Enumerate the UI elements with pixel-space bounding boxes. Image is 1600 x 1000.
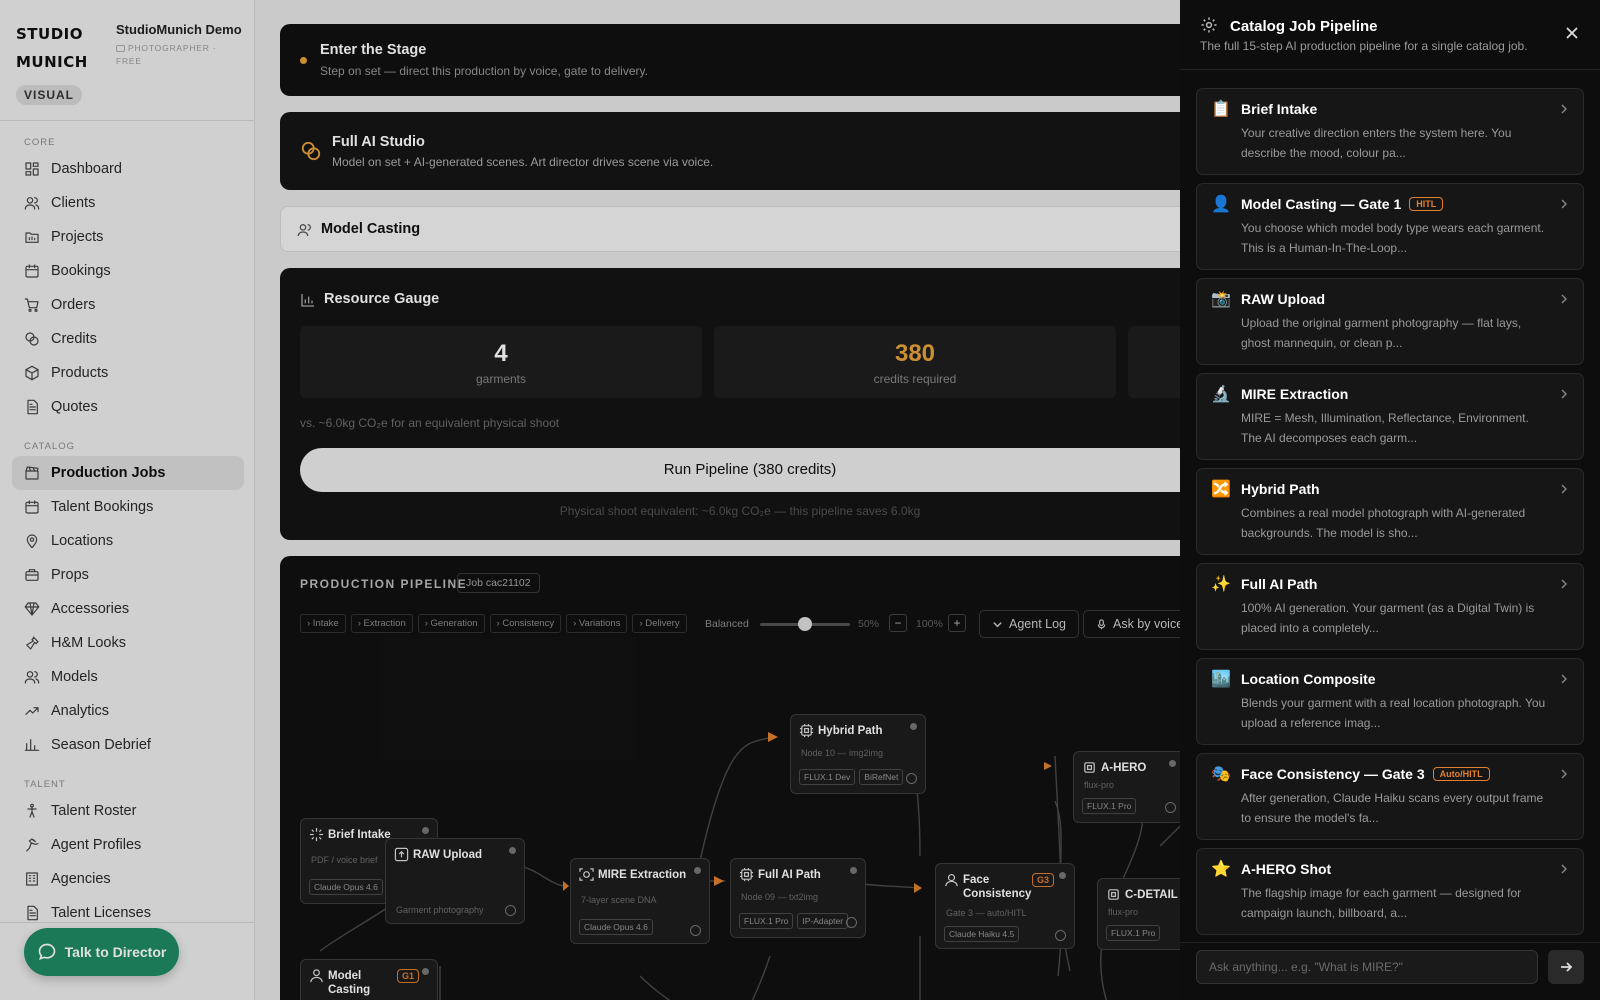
- step-title-text: Face Consistency — Gate 3: [1241, 766, 1425, 782]
- pipeline-step-mire-extraction[interactable]: 🔬 MIRE Extraction MIRE = Mesh, Illuminatio…: [1196, 373, 1584, 460]
- step-emoji-icon: 🔀: [1211, 479, 1231, 498]
- pipeline-step-location-composite[interactable]: 🏙️ Location Composite Blends your garment …: [1196, 658, 1584, 745]
- chevron-right-icon: [1561, 104, 1567, 114]
- ask-input[interactable]: [1196, 950, 1538, 984]
- pipeline-step-hybrid-path[interactable]: 🔀 Hybrid Path Combines a real model photog…: [1196, 468, 1584, 555]
- pipeline-step-brief-intake[interactable]: 📋 Brief Intake Your creative direction ent…: [1196, 88, 1584, 175]
- modal-backdrop[interactable]: [0, 0, 1180, 1000]
- chevron-right-icon: [1561, 579, 1567, 589]
- arrow-right-icon: [1561, 962, 1573, 972]
- step-description: The flagship image for each garment — de…: [1241, 886, 1522, 920]
- step-emoji-icon: 🔬: [1211, 384, 1231, 403]
- chevron-right-icon: [1561, 484, 1567, 494]
- panel-title: Catalog Job Pipeline: [1230, 18, 1378, 35]
- gear-icon: [1201, 17, 1217, 33]
- step-emoji-icon: ✨: [1211, 574, 1231, 593]
- step-title: A-HERO Shot: [1241, 861, 1331, 877]
- chevron-right-icon: [1561, 199, 1567, 209]
- step-emoji-icon: 🏙️: [1211, 669, 1231, 688]
- step-emoji-icon: 📋: [1211, 99, 1231, 118]
- step-title: RAW Upload: [1241, 291, 1325, 307]
- chevron-right-icon: [1561, 294, 1567, 304]
- pipeline-step-face-consistency-gate-3[interactable]: 🎭 Face Consistency — Gate 3 Auto/HITL After…: [1196, 753, 1584, 840]
- chevron-right-icon: [1561, 864, 1567, 874]
- chevron-right-icon: [1561, 674, 1567, 684]
- step-title-text: Brief Intake: [1241, 101, 1318, 117]
- chevron-right-icon: [1561, 389, 1567, 399]
- pipeline-step-raw-upload[interactable]: 📸 RAW Upload Upload the original garment p…: [1196, 278, 1584, 365]
- panel-subtitle: The full 15-step AI production pipeline …: [1200, 39, 1528, 53]
- step-badge: Auto/HITL: [1432, 767, 1490, 781]
- pipeline-step-a-hero-shot[interactable]: ⭐ A-HERO Shot The flagship image for each …: [1196, 848, 1584, 935]
- panel-divider: [1180, 942, 1600, 943]
- step-title: Model Casting — Gate 1 HITL: [1241, 196, 1444, 212]
- step-title: Full AI Path: [1241, 576, 1317, 592]
- step-emoji-icon: 📸: [1211, 289, 1231, 308]
- step-title: Brief Intake: [1241, 101, 1317, 117]
- step-title-text: MIRE Extraction: [1241, 386, 1349, 402]
- step-title: MIRE Extraction: [1241, 386, 1348, 402]
- close-icon[interactable]: [1565, 26, 1579, 40]
- panel-divider: [1180, 69, 1600, 70]
- step-description: Upload the original garment photography …: [1241, 316, 1522, 350]
- step-title-text: Model Casting — Gate 1: [1241, 196, 1402, 212]
- send-button[interactable]: [1548, 950, 1584, 984]
- step-emoji-icon: ⭐: [1211, 859, 1231, 878]
- step-title-text: Full AI Path: [1241, 576, 1318, 592]
- step-badge: HITL: [1409, 197, 1444, 211]
- step-description: Combines a real model photograph with AI…: [1241, 506, 1526, 540]
- step-title-text: RAW Upload: [1241, 291, 1325, 307]
- step-emoji-icon: 👤: [1211, 194, 1231, 213]
- step-title-text: Hybrid Path: [1241, 481, 1320, 497]
- step-title: Location Composite: [1241, 671, 1376, 687]
- step-description: 100% AI generation. Your garment (as a D…: [1241, 601, 1535, 635]
- pipeline-step-model-casting-gate-1[interactable]: 👤 Model Casting — Gate 1 HITL You choose wh…: [1196, 183, 1584, 270]
- pipeline-step-full-ai-path[interactable]: ✨ Full AI Path 100% AI generation. Your ga…: [1196, 563, 1584, 650]
- step-description: MIRE = Mesh, Illumination, Reflectance, …: [1241, 411, 1529, 445]
- step-title: Hybrid Path: [1241, 481, 1320, 497]
- step-emoji-icon: 🎭: [1211, 764, 1231, 783]
- step-description: Your creative direction enters the syste…: [1241, 126, 1512, 160]
- step-title-text: A-HERO Shot: [1241, 861, 1332, 877]
- catalog-job-pipeline-panel: Catalog Job Pipeline The full 15-step AI…: [1180, 0, 1600, 1000]
- step-description: After generation, Claude Haiku scans eve…: [1241, 791, 1544, 825]
- step-title: Face Consistency — Gate 3 Auto/HITL: [1241, 766, 1490, 782]
- step-description: Blends your garment with a real location…: [1241, 696, 1546, 730]
- chevron-right-icon: [1561, 769, 1567, 779]
- step-title-text: Location Composite: [1241, 671, 1376, 687]
- step-description: You choose which model body type wears e…: [1241, 221, 1545, 255]
- pipeline-step-list: 📋 Brief Intake Your creative direction ent…: [1196, 88, 1584, 943]
